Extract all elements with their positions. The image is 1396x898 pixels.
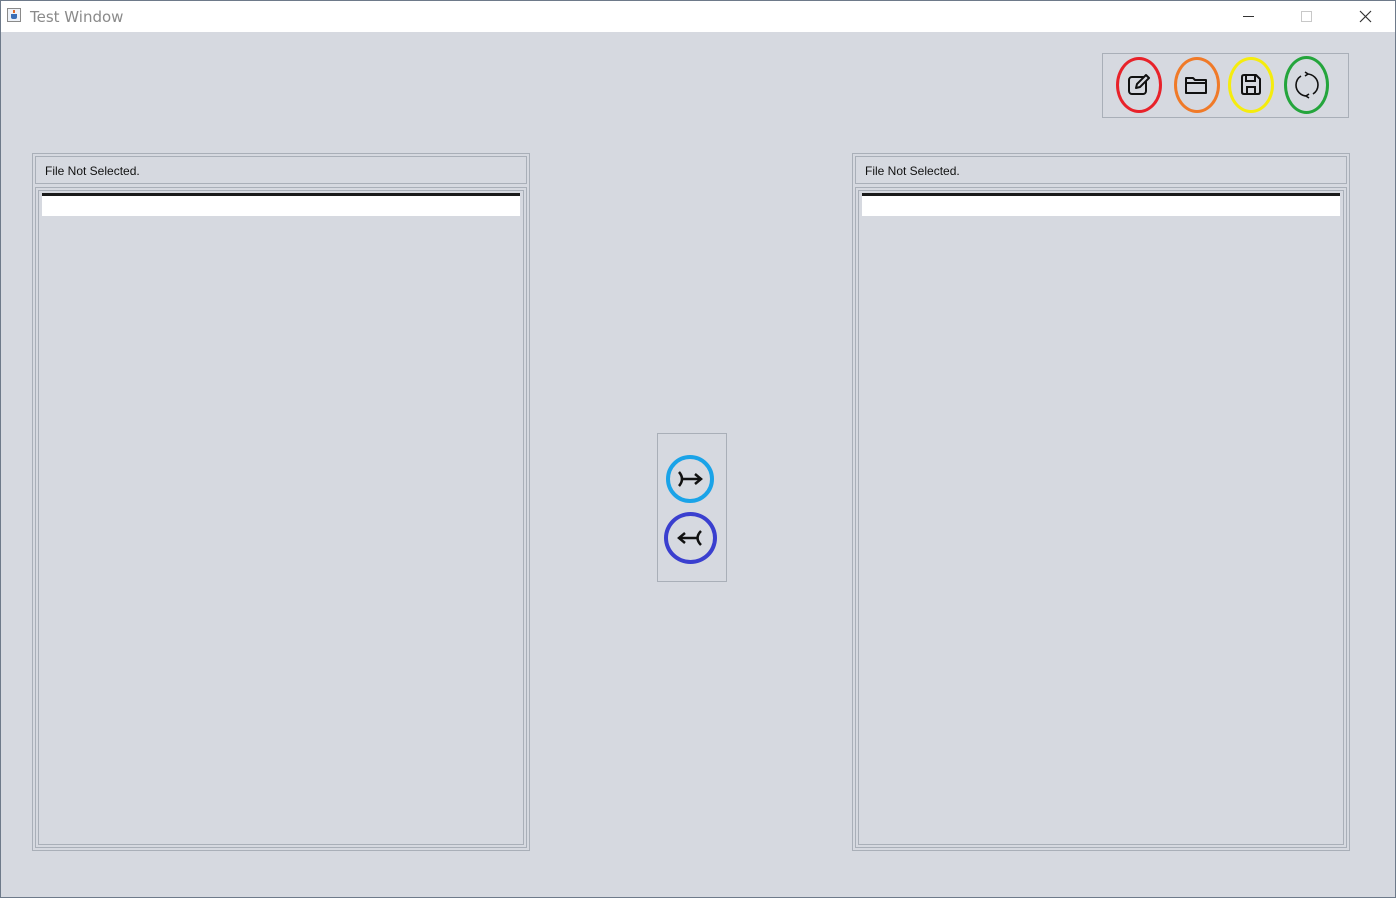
left-scroll-pane[interactable] xyxy=(35,187,527,848)
transfer-controls xyxy=(657,433,727,582)
window-title: Test Window xyxy=(30,8,124,26)
merge-to-right-button[interactable] xyxy=(666,455,714,503)
close-button[interactable] xyxy=(1342,1,1388,32)
left-file-panel: File Not Selected. xyxy=(32,153,530,851)
right-list-frame xyxy=(858,190,1344,845)
title-bar[interactable]: Test Window xyxy=(1,1,1395,32)
close-icon xyxy=(1359,10,1372,23)
list-item[interactable] xyxy=(862,196,1340,216)
left-file-list[interactable] xyxy=(42,193,520,840)
right-scroll-pane[interactable] xyxy=(855,187,1347,848)
merge-to-left-button[interactable] xyxy=(664,512,717,564)
maximize-button[interactable] xyxy=(1284,1,1330,32)
right-file-status: File Not Selected. xyxy=(855,156,1347,184)
merge-left-icon xyxy=(677,530,702,546)
minimize-button[interactable] xyxy=(1226,1,1272,32)
folder-open-icon xyxy=(1185,77,1207,94)
java-app-icon xyxy=(7,8,21,22)
right-file-panel: File Not Selected. xyxy=(852,153,1350,851)
left-list-frame xyxy=(38,190,524,845)
list-item[interactable] xyxy=(42,196,520,216)
merge-right-icon xyxy=(678,471,703,487)
right-file-list[interactable] xyxy=(862,193,1340,840)
save-button[interactable] xyxy=(1228,57,1274,113)
refresh-button[interactable] xyxy=(1284,56,1329,114)
file-toolbar xyxy=(1102,53,1349,118)
open-folder-button[interactable] xyxy=(1174,57,1220,113)
save-icon xyxy=(1241,74,1261,95)
edit-button[interactable] xyxy=(1116,57,1162,113)
edit-icon xyxy=(1128,74,1150,95)
app-window: Test Window File Not Selected. File Not … xyxy=(0,0,1396,898)
left-file-status: File Not Selected. xyxy=(35,156,527,184)
refresh-icon xyxy=(1294,71,1319,99)
